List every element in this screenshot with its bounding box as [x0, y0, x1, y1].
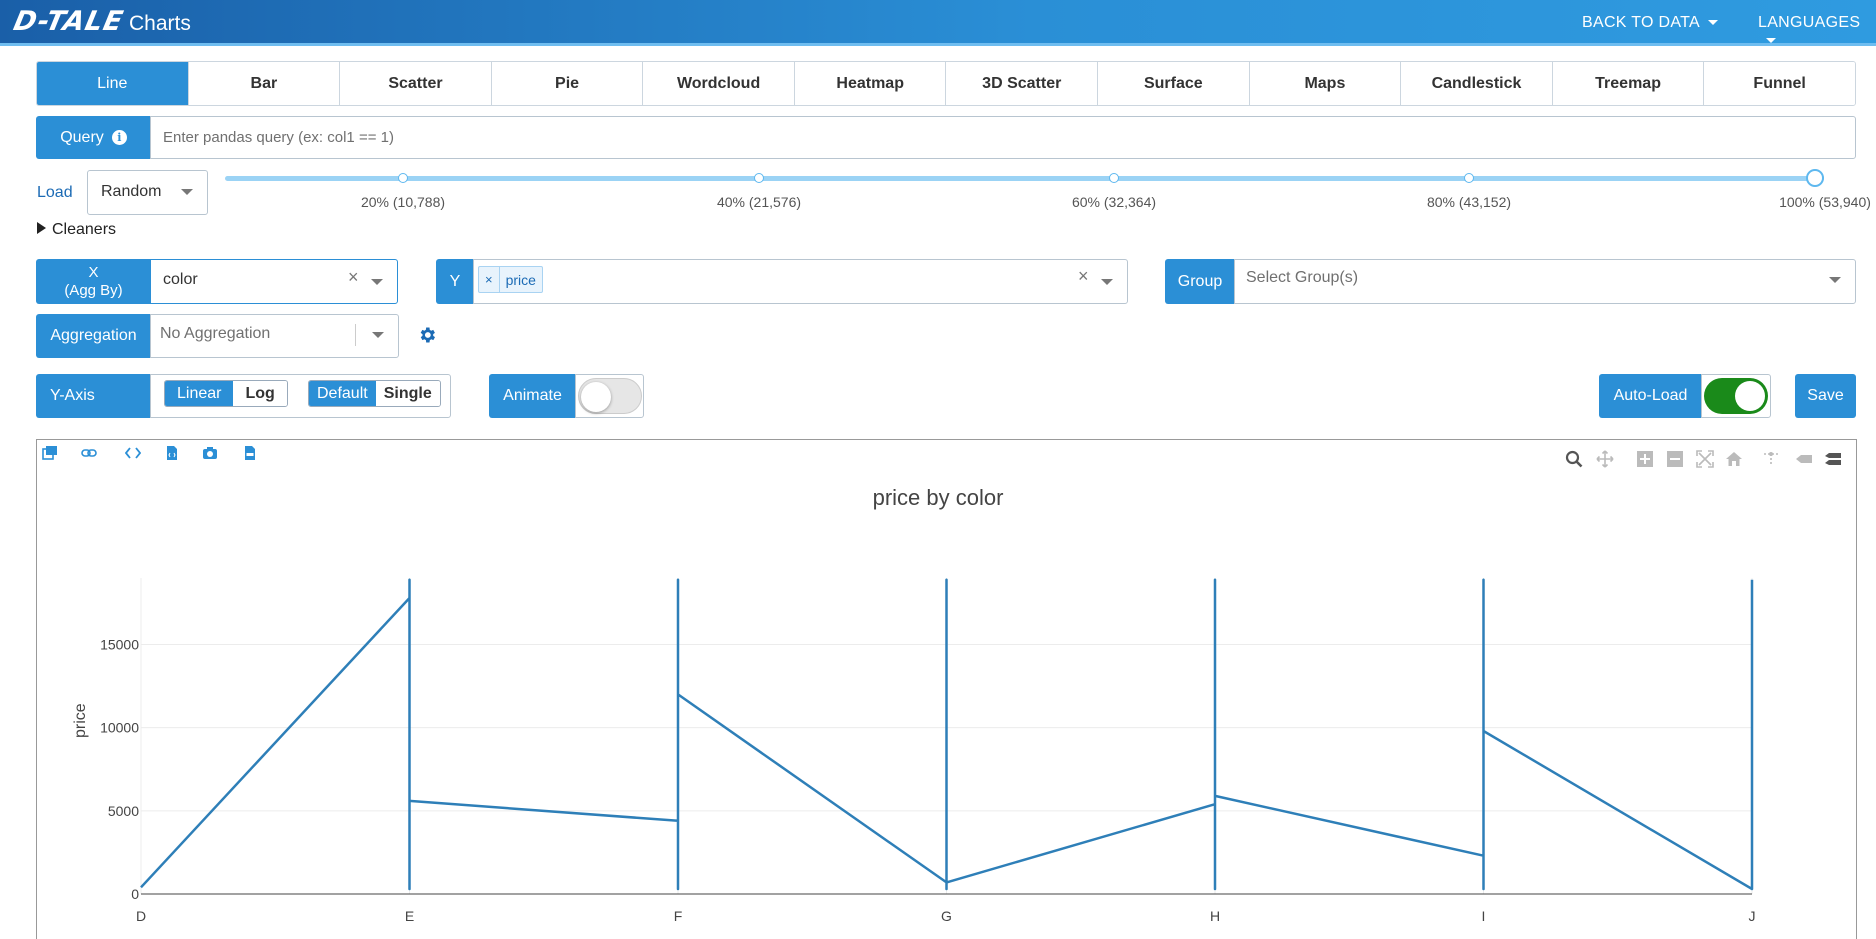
y-tick-label: 10000: [100, 720, 139, 736]
x-tick-label: J: [1749, 908, 1756, 924]
y-tick-label: 5000: [108, 803, 139, 819]
y-tick-label: 15000: [100, 637, 139, 653]
x-tick-label: E: [405, 908, 414, 924]
x-tick-label: H: [1210, 908, 1220, 924]
chart-axes: 0 5000 10000 15000 D E F G H I J: [100, 637, 1755, 924]
x-tick-label: F: [674, 908, 683, 924]
chart-series: [141, 580, 1752, 890]
x-tick-label: I: [1482, 908, 1486, 924]
series-line: [141, 580, 1752, 889]
x-tick-label: G: [941, 908, 952, 924]
y-tick-label: 0: [131, 886, 139, 902]
x-tick-label: D: [136, 908, 146, 924]
line-chart: 0 5000 10000 15000 D E F G H I J: [0, 0, 1876, 936]
